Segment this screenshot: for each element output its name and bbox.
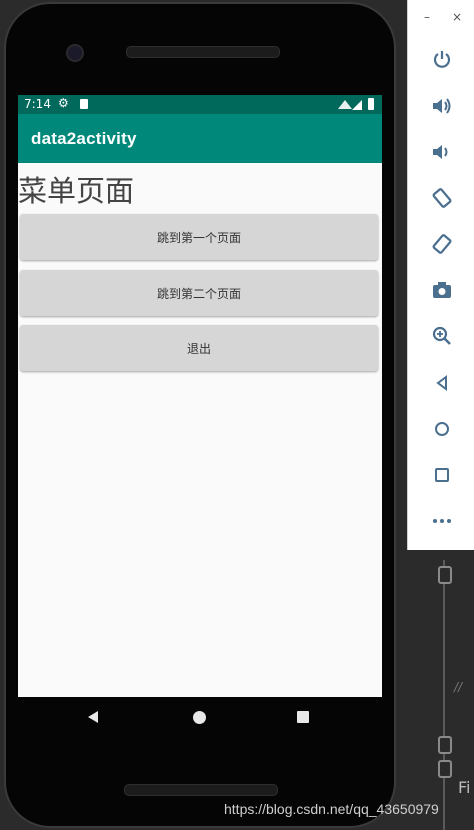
signal-icon — [352, 100, 362, 110]
ide-partial-label: Fi — [458, 778, 471, 797]
sd-card-icon — [80, 99, 88, 109]
ide-timeline-rail — [436, 560, 452, 830]
exit-button[interactable]: 退出 — [20, 325, 378, 371]
timeline-line — [443, 560, 445, 830]
nav-home-icon[interactable] — [193, 711, 206, 724]
status-time: 7:14 — [24, 97, 51, 111]
more-icon[interactable] — [430, 509, 454, 533]
top-speaker — [126, 46, 280, 58]
zoom-icon[interactable] — [430, 324, 454, 348]
go-second-page-button[interactable]: 跳到第二个页面 — [20, 270, 378, 316]
close-button[interactable]: × — [452, 10, 462, 24]
wifi-icon — [338, 100, 352, 109]
page-title: 菜单页面 — [18, 174, 135, 208]
rotate-right-icon[interactable] — [430, 232, 454, 256]
app-title: data2activity — [31, 129, 137, 148]
device-screen: 7:14 ⚙ data2activity 菜单页面 跳到第一个页面 跳到第二个页… — [18, 95, 382, 697]
volume-up-icon[interactable] — [430, 94, 454, 118]
watermark-text: https://blog.csdn.net/qq_43650979 — [224, 801, 439, 817]
nav-recents-icon[interactable] — [297, 711, 309, 723]
overview-icon[interactable] — [430, 463, 454, 487]
rotate-left-icon[interactable] — [430, 186, 454, 210]
timeline-node[interactable] — [438, 736, 452, 754]
app-bar: data2activity — [18, 114, 382, 163]
timeline-node[interactable] — [438, 566, 452, 584]
camera-icon[interactable] — [430, 278, 454, 302]
front-camera — [66, 44, 84, 62]
power-icon[interactable] — [430, 47, 454, 71]
bottom-speaker — [124, 784, 278, 796]
ide-comment-fragment: // — [454, 680, 463, 694]
battery-icon — [368, 98, 374, 110]
go-first-page-button[interactable]: 跳到第一个页面 — [20, 214, 378, 260]
nav-back-icon[interactable] — [88, 711, 98, 723]
settings-gear-icon: ⚙ — [58, 96, 69, 110]
back-icon[interactable] — [430, 371, 454, 395]
home-icon[interactable] — [430, 417, 454, 441]
status-bar: 7:14 ⚙ — [18, 95, 382, 114]
minimize-button[interactable]: – — [424, 10, 430, 24]
emulator-toolbar: – × — [407, 0, 474, 550]
timeline-node[interactable] — [438, 760, 452, 778]
volume-down-icon[interactable] — [430, 140, 454, 164]
